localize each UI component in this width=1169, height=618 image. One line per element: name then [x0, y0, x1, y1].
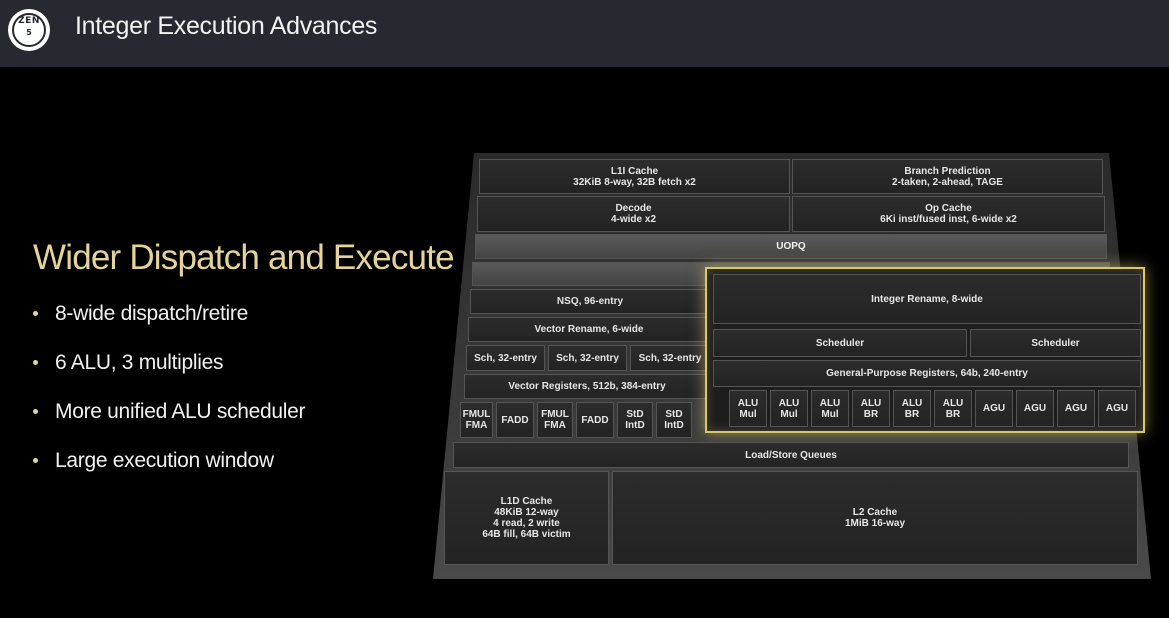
nsq-block: NSQ, 96-entry	[470, 289, 710, 314]
slide-header: ZEN 5 Integer Execution Advances	[0, 0, 1169, 67]
fp-unit-block: FMUL FMA	[537, 402, 573, 438]
l2-cache-block: L2 Cache 1MiB 16-way	[612, 471, 1138, 565]
integer-unit-block: ALU Mul	[811, 390, 849, 427]
integer-rename-block: Integer Rename, 8-wide	[713, 274, 1141, 324]
fp-unit-block: FADD	[576, 402, 614, 438]
decode-block: Decode 4-wide x2	[477, 196, 790, 232]
l1d-cache-block: L1D Cache 48KiB 12-way 4 read, 2 write 6…	[444, 471, 609, 565]
logo-text: ZEN	[18, 16, 40, 26]
section-subtitle: Wider Dispatch and Execute	[33, 238, 455, 277]
integer-unit-block: ALU Mul	[729, 390, 767, 427]
slide-title: Integer Execution Advances	[75, 12, 378, 40]
zen5-logo: ZEN 5	[8, 9, 50, 51]
bullet-item: Large execution window	[33, 445, 305, 494]
integer-unit-block: ALU BR	[934, 390, 972, 427]
integer-unit-block: AGU	[1098, 390, 1136, 427]
bullet-list: 8-wide dispatch/retire 6 ALU, 3 multipli…	[33, 298, 305, 494]
integer-unit-block: AGU	[975, 390, 1013, 427]
vector-scheduler-block: Sch, 32-entry	[466, 345, 545, 371]
bullet-dot-icon	[33, 409, 38, 414]
vector-scheduler-block: Sch, 32-entry	[548, 345, 627, 371]
integer-unit-block: AGU	[1057, 390, 1095, 427]
bullet-item: 6 ALU, 3 multiplies	[33, 347, 305, 396]
bullet-dot-icon	[33, 311, 38, 316]
integer-unit-block: AGU	[1016, 390, 1054, 427]
op-cache-block: Op Cache 6Ki inst/fused inst, 6-wide x2	[792, 196, 1105, 232]
uopq-block: UOPQ	[475, 234, 1107, 259]
vector-scheduler-block: Sch, 32-entry	[630, 345, 710, 371]
integer-scheduler-block: Scheduler	[713, 329, 967, 357]
integer-unit-block: ALU BR	[852, 390, 890, 427]
logo-number: 5	[26, 28, 32, 37]
vector-rename-block: Vector Rename, 6-wide	[468, 317, 710, 342]
fp-unit-block: FADD	[496, 402, 534, 438]
integer-unit-block: ALU Mul	[770, 390, 808, 427]
fp-unit-block: StD IntD	[656, 402, 692, 438]
bullet-item: More unified ALU scheduler	[33, 396, 305, 445]
bullet-dot-icon	[33, 458, 38, 463]
l1i-cache-block: L1I Cache 32KiB 8-way, 32B fetch x2	[479, 159, 790, 194]
branch-prediction-block: Branch Prediction 2-taken, 2-ahead, TAGE	[792, 159, 1103, 194]
integer-scheduler-block: Scheduler	[970, 329, 1141, 357]
fp-unit-block: StD IntD	[617, 402, 653, 438]
fp-unit-block: FMUL FMA	[460, 402, 493, 438]
load-store-queues-block: Load/Store Queues	[453, 442, 1129, 468]
general-purpose-registers-block: General-Purpose Registers, 64b, 240-entr…	[713, 360, 1141, 387]
vector-registers-block: Vector Registers, 512b, 384-entry	[464, 374, 710, 399]
bullet-item: 8-wide dispatch/retire	[33, 298, 305, 347]
integer-unit-block: ALU BR	[893, 390, 931, 427]
bullet-dot-icon	[33, 360, 38, 365]
